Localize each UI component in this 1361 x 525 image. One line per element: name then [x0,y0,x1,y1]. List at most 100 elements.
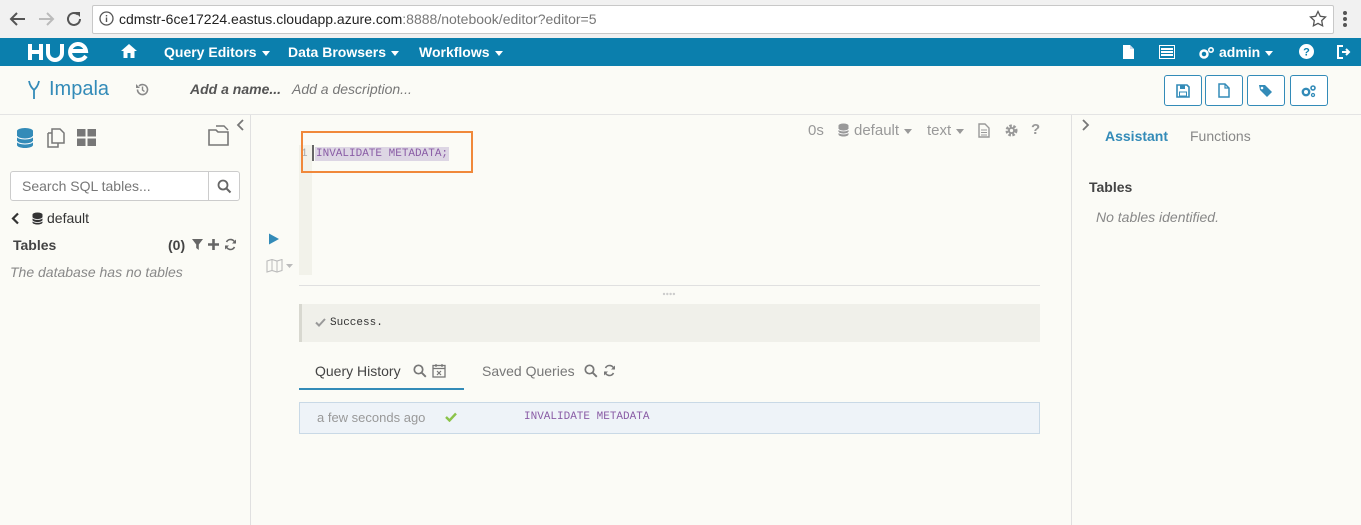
search-button[interactable] [208,172,240,200]
editor-header: Impala Add a name... Add a description..… [0,66,1361,115]
no-tables-message: The database has no tables [10,264,183,280]
right-assist-panel: Assistant Functions Tables No tables ide… [1071,115,1361,525]
tab-assistant[interactable]: Assistant [1105,128,1168,144]
explain-document-icon[interactable] [978,123,990,138]
url-path: :8888/notebook/editor?editor=5 [402,11,597,27]
hue-logo[interactable] [28,41,90,63]
search-icon [217,179,232,193]
filter-icon[interactable] [192,239,203,250]
cogs-icon [1301,84,1316,97]
svg-text:?: ? [1303,47,1310,59]
gear-icon[interactable] [1004,123,1019,138]
chevron-down-icon [904,128,913,134]
tags-button[interactable] [1247,75,1285,106]
editor-title[interactable]: Impala [49,78,109,101]
current-database-label[interactable]: default [47,210,89,226]
collapse-right-panel-icon[interactable] [1081,119,1090,131]
database-icon [838,123,849,137]
hdfs-files-icon[interactable] [46,128,66,148]
play-icon [269,233,279,245]
jobs-list-icon[interactable] [1159,45,1175,59]
editor-divider [299,285,1040,286]
highlight-box [301,131,473,173]
reload-icon [67,11,81,26]
table-row[interactable]: a few seconds ago INVALIDATE METADATA [299,402,1040,434]
no-tables-identified: No tables identified. [1096,209,1219,225]
chevron-down-icon [1265,50,1274,56]
user-name: admin [1219,44,1261,60]
user-menu[interactable]: admin [1199,38,1274,66]
search-tables-input[interactable] [11,172,207,200]
new-file-icon [1218,83,1230,98]
result-message: Success. [330,317,383,329]
impala-icon [27,80,41,100]
help-icon[interactable]: ? [1299,44,1314,59]
settings-button[interactable] [1290,75,1328,106]
info-icon[interactable] [99,11,114,26]
tab-functions[interactable]: Functions [1190,128,1251,144]
database-selector[interactable]: default [854,122,913,139]
new-document-button[interactable] [1205,75,1243,106]
bookmark-star-icon[interactable] [1309,10,1327,28]
tags-icon [1259,84,1272,97]
back-to-databases-icon[interactable] [11,212,20,225]
active-tab-underline [299,388,464,390]
tab-saved-queries[interactable]: Saved Queries [482,363,575,379]
home-icon[interactable] [120,43,138,59]
add-table-icon[interactable] [208,239,219,250]
hue-logo-icon [28,42,89,63]
check-icon [315,318,326,327]
query-result-panel: Success. [299,304,1040,342]
search-icon[interactable] [584,364,598,378]
map-icon[interactable] [266,259,296,273]
browser-menu-icon[interactable] [1342,10,1348,28]
reload-button[interactable] [63,8,85,30]
history-icon[interactable] [135,82,150,97]
nav-data-browsers[interactable]: Data Browsers [288,38,400,66]
url-host: cdmstr-6ce17224.eastus.cloudapp.azure.co… [119,11,403,27]
cogs-icon [1199,46,1215,60]
search-tables-box [10,171,240,201]
clear-history-icon[interactable] [432,363,446,378]
chevron-down-icon [391,50,400,56]
collapse-left-panel-icon[interactable] [236,119,245,131]
format-selector[interactable]: text [927,122,965,139]
history-query: INVALIDATE METADATA [524,411,650,423]
back-button[interactable] [7,8,29,30]
save-icon [1176,83,1190,98]
resize-handle[interactable] [662,292,676,296]
hue-navbar: Query Editors Data Browsers Workflows ad… [0,38,1361,66]
tab-query-history[interactable]: Query History [315,363,401,379]
forward-button[interactable] [35,8,57,30]
query-name-input[interactable]: Add a name... [190,81,281,97]
forward-arrow-icon [39,12,55,26]
documents-grid-icon[interactable] [77,129,96,146]
database-icon [32,212,43,225]
tables-heading: Tables [13,237,57,253]
query-description-input[interactable]: Add a description... [292,81,412,97]
url-text: cdmstr-6ce17224.eastus.cloudapp.azure.co… [119,11,597,27]
nav-workflows[interactable]: Workflows [419,38,503,66]
open-folder-icon[interactable] [207,125,231,147]
run-query-button[interactable] [268,233,280,245]
refresh-icon[interactable] [603,364,616,377]
refresh-icon[interactable] [224,238,237,251]
chevron-down-icon [494,50,503,56]
back-arrow-icon [9,12,25,26]
sql-database-icon[interactable] [16,127,34,149]
document-icon[interactable] [1122,44,1135,60]
browser-toolbar: cdmstr-6ce17224.eastus.cloudapp.azure.co… [0,0,1361,39]
success-check-icon [445,412,457,422]
nav-query-editors[interactable]: Query Editors [164,38,270,66]
chevron-down-icon [956,128,965,134]
sign-out-icon[interactable] [1337,45,1351,59]
history-time: a few seconds ago [317,410,426,425]
save-button[interactable] [1164,75,1202,106]
left-assist-panel: default Tables (0) The database has no t… [0,115,251,525]
help-icon[interactable]: ? [1031,121,1040,138]
tables-count: (0) [168,237,186,253]
assistant-tables-heading: Tables [1089,179,1133,195]
search-icon[interactable] [413,364,427,378]
address-bar[interactable]: cdmstr-6ce17224.eastus.cloudapp.azure.co… [92,5,1334,34]
query-elapsed-time: 0s [808,122,824,139]
